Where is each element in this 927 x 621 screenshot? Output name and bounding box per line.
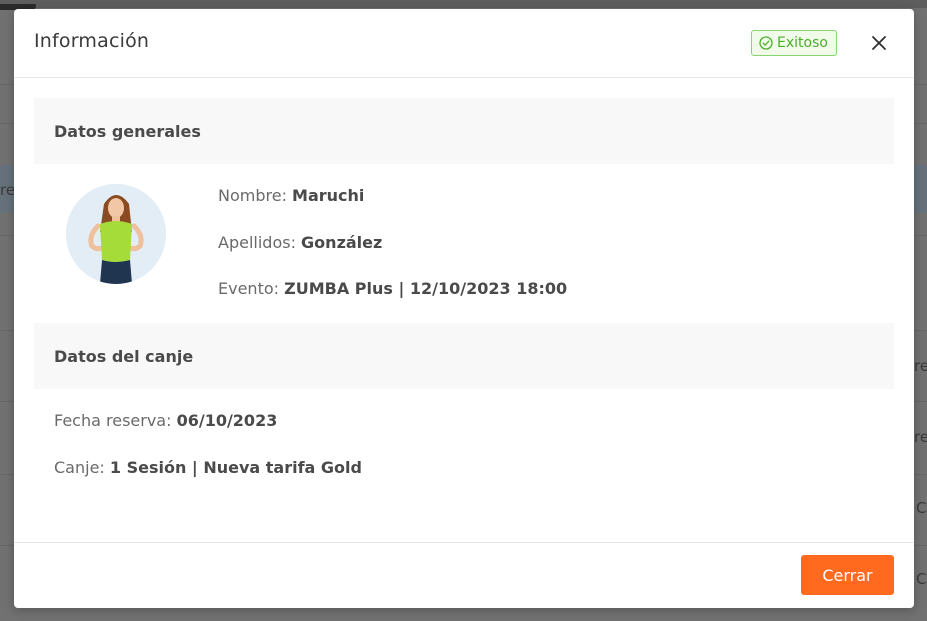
person-event-line: Evento: ZUMBA Plus | 12/10/2023 18:00 <box>218 279 567 298</box>
status-badge-label: Exitoso <box>777 35 828 51</box>
person-surname-line: Apellidos: González <box>218 233 382 252</box>
surname-label: Apellidos: <box>218 233 302 252</box>
canje-line: Canje: 1 Sesión | Nueva tarifa Gold <box>54 458 362 477</box>
background-text-fragment: re <box>914 428 927 446</box>
reservation-date-label: Fecha reserva: <box>54 411 177 430</box>
modal-header: Información Exitoso <box>14 9 914 78</box>
background-topbar <box>0 0 927 8</box>
person-name-line: Nombre: Maruchi <box>218 186 364 205</box>
close-icon[interactable] <box>867 31 891 55</box>
status-badge: Exitoso <box>751 30 837 56</box>
background-text-fragment: C <box>916 499 927 517</box>
event-label: Evento: <box>218 279 285 298</box>
check-circle-icon <box>759 36 773 50</box>
reservation-date-line: Fecha reserva: 06/10/2023 <box>54 411 277 430</box>
modal-title: Información <box>34 30 150 52</box>
background-text-fragment: C <box>916 570 927 588</box>
surname-value: González <box>301 233 383 252</box>
close-button[interactable]: Cerrar <box>801 555 894 595</box>
canje-label: Canje: <box>54 458 110 477</box>
section-general-title: Datos generales <box>54 121 201 141</box>
name-value: Maruchi <box>292 186 365 205</box>
reservation-date-value: 06/10/2023 <box>176 411 278 430</box>
avatar <box>66 184 166 284</box>
section-exchange-header: Datos del canje <box>34 323 894 389</box>
event-value: ZUMBA Plus | 12/10/2023 18:00 <box>284 279 568 298</box>
section-general-header: Datos generales <box>34 98 894 164</box>
info-modal: Información Exitoso Datos generales Nomb… <box>14 9 914 608</box>
section-exchange-title: Datos del canje <box>54 346 194 366</box>
background-text-fragment: re <box>914 357 927 375</box>
modal-footer: Cerrar <box>14 542 914 608</box>
canje-value: 1 Sesión | Nueva tarifa Gold <box>109 458 362 477</box>
name-label: Nombre: <box>218 186 293 205</box>
